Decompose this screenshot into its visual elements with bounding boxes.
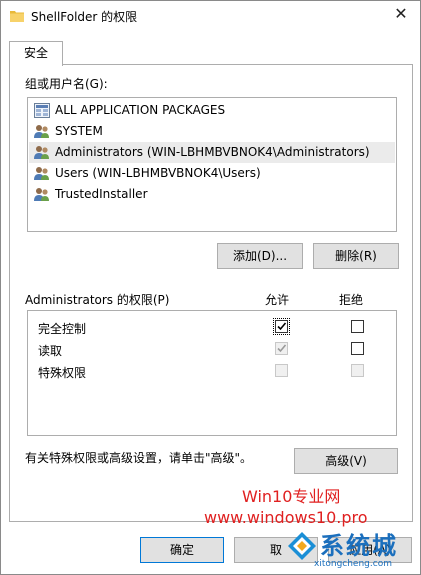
permissions-label: Administrators 的权限(P) <box>25 293 170 307</box>
deny-special-checkbox[interactable] <box>351 364 364 377</box>
advanced-button[interactable]: 高级(V) <box>294 448 398 474</box>
perm-row-read: 读取 <box>28 339 396 359</box>
close-icon: ✕ <box>394 4 408 23</box>
perm-name: 读取 <box>38 344 63 358</box>
ok-button[interactable]: 确定 <box>140 537 224 563</box>
close-button[interactable]: ✕ <box>390 3 412 25</box>
list-item-trustedinstaller[interactable]: TrustedInstaller <box>29 184 395 205</box>
add-button[interactable]: 添加(D)... <box>217 243 303 269</box>
list-item-administrators[interactable]: Administrators (WIN-LBHMBVBNOK4\Administ… <box>29 142 395 163</box>
remove-button[interactable]: 删除(R) <box>313 243 399 269</box>
perm-row-full-control: 完全控制 <box>28 317 396 337</box>
deny-full-control-checkbox[interactable] <box>351 320 364 333</box>
list-item-label: Administrators (WIN-LBHMBVBNOK4\Administ… <box>55 145 370 159</box>
perm-name: 完全控制 <box>38 322 87 336</box>
list-item-label: TrustedInstaller <box>55 187 148 201</box>
watermark-text: Win10专业网 <box>242 487 341 506</box>
deny-read-checkbox[interactable] <box>351 342 364 355</box>
logo-url: xitongcheng.com <box>314 559 392 569</box>
perm-row-special: 特殊权限 <box>28 361 396 381</box>
check-icon <box>277 344 287 353</box>
title-bar: ShellFolder 的权限 ✕ <box>1 1 420 31</box>
permissions-list: 完全控制 读取 特殊权限 <box>27 310 397 436</box>
list-item-label: SYSTEM <box>55 124 103 138</box>
window-title: ShellFolder 的权限 <box>31 10 138 24</box>
site-logo: 系统城 xitongcheng.com <box>286 526 414 572</box>
logo-text: 系统城 <box>320 532 398 560</box>
allow-read-checkbox[interactable] <box>275 342 288 355</box>
groups-listbox[interactable]: ALL APPLICATION PACKAGES SYSTEM Administ… <box>27 97 397 232</box>
allow-header: 允许 <box>265 293 290 307</box>
tab-security[interactable]: 安全 <box>9 41 63 66</box>
users-icon <box>34 125 49 138</box>
perm-name: 特殊权限 <box>38 366 87 380</box>
watermark-url: www.windows10.pro <box>204 508 368 527</box>
logo-mark-icon <box>288 532 316 560</box>
allow-special-checkbox[interactable] <box>275 364 288 377</box>
deny-header: 拒绝 <box>339 293 364 307</box>
list-item-users[interactable]: Users (WIN-LBHMBVBNOK4\Users) <box>29 163 395 184</box>
folder-icon <box>10 11 24 22</box>
advanced-note: 有关特殊权限或高级设置，请单击"高级"。 <box>25 451 253 465</box>
users-icon <box>34 146 49 159</box>
allow-full-control-checkbox[interactable] <box>273 318 290 335</box>
list-item-all-app-packages[interactable]: ALL APPLICATION PACKAGES <box>29 100 395 121</box>
list-item-system[interactable]: SYSTEM <box>29 121 395 142</box>
tab-security-label: 安全 <box>23 46 48 60</box>
app-packages-icon <box>34 103 50 118</box>
users-icon <box>34 167 49 180</box>
users-icon <box>34 188 49 201</box>
list-item-label: Users (WIN-LBHMBVBNOK4\Users) <box>55 166 261 180</box>
list-item-label: ALL APPLICATION PACKAGES <box>55 103 226 117</box>
permissions-dialog: ShellFolder 的权限 ✕ 安全 组或用户名(G): ALL APPLI… <box>0 0 421 575</box>
groups-label: 组或用户名(G): <box>25 77 108 91</box>
check-icon <box>277 322 287 331</box>
security-panel: 组或用户名(G): ALL APPLICATION PACKAGES SYSTE… <box>9 64 413 522</box>
